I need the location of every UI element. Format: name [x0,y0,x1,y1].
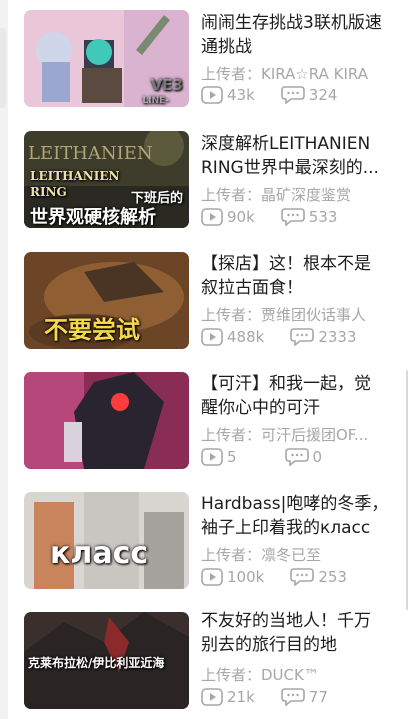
comment-count-icon [280,86,305,104]
play-count: 5 [201,448,237,466]
comment-count: 324 [280,86,337,104]
video-stats: 90k 533 [201,207,363,227]
play-count-icon [201,86,223,104]
video-stats: 43k 324 [201,85,363,105]
comment-count-icon [280,208,305,226]
thumbnail-caption: LEITHANIEN [28,143,153,164]
comment-count-icon [290,328,315,346]
thumbnail-caption: LINE- [142,96,170,106]
thumbnail-caption: 克莱布拉松/伊比利亚近海 [28,656,165,670]
thumbnail-art [24,372,189,469]
video-thumbnail[interactable]: 克莱布拉松/伊比利亚近海 [24,612,189,709]
comment-count: 77 [280,688,328,706]
video-title[interactable]: 深度解析LEITHANIEN RING世界中最深刻的... [201,132,409,180]
video-item[interactable]: 【可汗】和我一起，觉 醒你心中的可汗 上传者：可汗后援团OF... 5 0 [0,360,409,480]
play-count: 100k [201,568,264,586]
play-count: 43k [201,86,255,104]
video-title[interactable]: 闹闹生存挑战3联机版速 通挑战 [201,11,409,59]
video-uploader: 上传者：DUCK™ [201,666,319,684]
play-count-icon [201,688,223,706]
video-item[interactable]: класс Hardbass|咆哮的冬季， 袖子上印着我的класс 上传者：凛冬… [0,480,409,600]
video-stats: 21k 77 [201,687,354,707]
video-list: VE3 LINE- 闹闹生存挑战3联机版速 通挑战 上传者：KIRA☆RA KIR… [0,0,409,719]
video-uploader: 上传者：可汗后援团OF... [201,426,369,444]
video-title[interactable]: 【可汗】和我一起，觉 醒你心中的可汗 [201,372,409,420]
video-item[interactable]: 克莱布拉松/伊比利亚近海 不友好的当地人！千万 别去的旅行目的地 上传者：DUCK… [0,600,409,720]
comment-count-icon [284,448,309,466]
video-title[interactable]: 不友好的当地人！千万 别去的旅行目的地 [201,609,409,657]
play-count-icon [201,208,223,226]
thumbnail-caption: VE3 [150,76,183,94]
video-stats: 100k 253 [201,567,373,587]
video-thumbnail[interactable]: класс [24,492,189,589]
video-thumbnail[interactable]: 不要尝试 [24,252,189,349]
comment-count-icon [280,688,305,706]
video-uploader: 上传者：凛冬已至 [201,546,322,564]
video-title[interactable]: 【探店】这！根本不是 叙拉古面食！ [201,252,409,300]
video-uploader: 上传者：KIRA☆RA KIRA [201,65,368,83]
comment-count-icon [290,568,315,586]
comment-count: 2333 [290,328,357,346]
video-thumbnail[interactable]: LEITHANIEN LEITHANIEN RING 下班后的 世界观硬核解析 [24,131,189,228]
thumbnail-caption: LEITHANIEN [30,169,120,183]
video-uploader: 上传者：晶矿深度鉴赏 [201,186,352,204]
video-thumbnail[interactable]: VE3 LINE- [24,10,189,107]
thumbnail-caption: 不要尝试 [44,316,140,344]
play-count: 488k [201,328,264,346]
play-count-icon [201,328,223,346]
play-count: 21k [201,688,255,706]
video-item[interactable]: 不要尝试 【探店】这！根本不是 叙拉古面食！ 上传者：贾维团伙话事人 488k 2… [0,240,409,360]
comment-count: 0 [284,448,322,466]
play-count-icon [201,448,223,466]
video-title[interactable]: Hardbass|咆哮的冬季， 袖子上印着我的класс [201,492,409,540]
video-stats: 5 0 [201,447,348,467]
comment-count: 533 [280,208,337,226]
video-stats: 488k 2333 [201,327,383,347]
video-thumbnail[interactable] [24,372,189,469]
video-uploader: 上传者：贾维团伙话事人 [201,306,367,324]
video-item[interactable]: LEITHANIEN LEITHANIEN RING 下班后的 世界观硬核解析 … [0,120,409,240]
play-count-icon [201,568,223,586]
play-count: 90k [201,208,255,226]
comment-count: 253 [290,568,347,586]
thumbnail-caption: RING [30,185,67,199]
video-item[interactable]: VE3 LINE- 闹闹生存挑战3联机版速 通挑战 上传者：KIRA☆RA KIR… [0,0,409,120]
thumbnail-caption: 世界观硬核解析 [30,207,156,228]
thumbnail-caption: класс [50,536,149,571]
